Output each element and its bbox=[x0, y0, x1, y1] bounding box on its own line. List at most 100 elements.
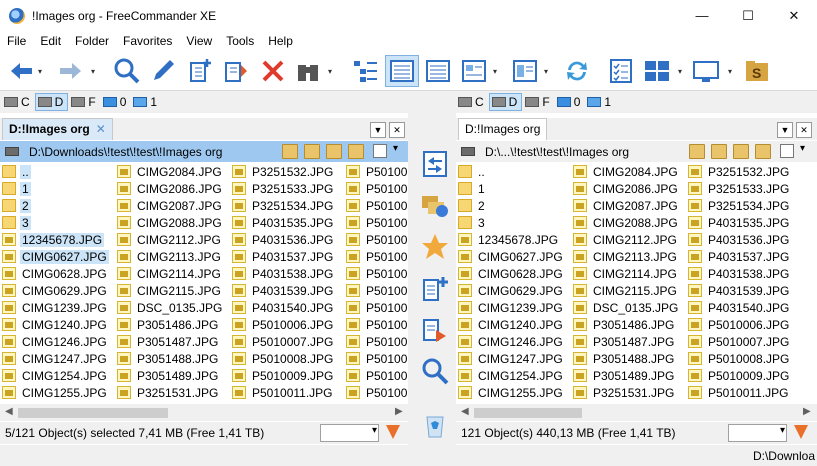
file-row[interactable]: CIMG2114.JPG bbox=[573, 265, 680, 282]
filter-icon[interactable] bbox=[386, 425, 400, 439]
edit-button[interactable] bbox=[146, 55, 180, 87]
file-row[interactable]: DSC_0135.JPG bbox=[117, 299, 224, 316]
file-row[interactable]: P3251533.JPG bbox=[232, 180, 335, 197]
file-row[interactable]: CIMG2115.JPG bbox=[117, 282, 224, 299]
path-options-icon[interactable] bbox=[373, 144, 387, 158]
file-row[interactable]: P4031538.JPG bbox=[232, 265, 335, 282]
file-row[interactable]: .. bbox=[2, 163, 109, 180]
file-row[interactable]: P5010007.JPG bbox=[232, 333, 335, 350]
menu-view[interactable]: View bbox=[179, 31, 219, 51]
copy-button-2[interactable] bbox=[418, 314, 452, 348]
list-view-button[interactable] bbox=[421, 55, 455, 87]
delete-button[interactable] bbox=[256, 55, 290, 87]
favorites-button[interactable] bbox=[418, 230, 452, 264]
file-row[interactable]: P50100 bbox=[346, 163, 408, 180]
file-row[interactable]: 1 bbox=[2, 180, 109, 197]
recycle-bin-button[interactable] bbox=[418, 407, 452, 441]
file-row[interactable]: CIMG2087.JPG bbox=[117, 197, 224, 214]
menu-folder[interactable]: Folder bbox=[68, 31, 116, 51]
file-row[interactable]: P3251534.JPG bbox=[688, 197, 791, 214]
scroll-left-icon[interactable]: ◀ bbox=[5, 406, 13, 417]
menu-file[interactable]: File bbox=[0, 31, 33, 51]
file-row[interactable]: P4031537.JPG bbox=[688, 248, 791, 265]
desktop-dropdown-icon[interactable]: ▾ bbox=[728, 67, 736, 76]
right-path-bar[interactable]: D:\...\!test\!test\!Images org ▾ bbox=[456, 141, 817, 162]
file-row[interactable]: CIMG1247.JPG bbox=[458, 350, 565, 367]
drive-1-button[interactable]: 1 bbox=[585, 93, 615, 111]
compare-folders-button[interactable] bbox=[418, 188, 452, 222]
root-folder-icon[interactable] bbox=[755, 144, 771, 159]
menu-favorites[interactable]: Favorites bbox=[116, 31, 179, 51]
drive-f-button[interactable]: F bbox=[69, 93, 99, 111]
drive-d-button[interactable]: D bbox=[34, 93, 69, 111]
find-dropdown-icon[interactable]: ▾ bbox=[328, 67, 336, 76]
file-row[interactable]: P3051486.JPG bbox=[573, 316, 680, 333]
minimize-button[interactable]: — bbox=[679, 0, 725, 31]
tab-close-button[interactable]: ✕ bbox=[389, 122, 405, 138]
drive-d-button[interactable]: D bbox=[488, 93, 523, 111]
panels-button[interactable] bbox=[640, 55, 674, 87]
search-button[interactable] bbox=[110, 55, 144, 87]
filter-icon[interactable] bbox=[794, 425, 808, 439]
file-row[interactable]: CIMG1246.JPG bbox=[2, 333, 109, 350]
scroll-right-icon[interactable]: ▶ bbox=[803, 406, 811, 417]
file-row[interactable]: CIMG2113.JPG bbox=[573, 248, 680, 265]
path-options-icon[interactable] bbox=[780, 144, 794, 158]
file-row[interactable]: 3 bbox=[458, 214, 565, 231]
left-path-bar[interactable]: D:\Downloads\!test\!test\!Images org ▾ bbox=[0, 141, 408, 162]
file-row[interactable]: P3051488.JPG bbox=[117, 350, 224, 367]
file-row[interactable]: P4031535.JPG bbox=[688, 214, 791, 231]
file-row[interactable]: CIMG1254.JPG bbox=[2, 367, 109, 384]
menu-edit[interactable]: Edit bbox=[33, 31, 68, 51]
file-row[interactable]: P3051486.JPG bbox=[117, 316, 224, 333]
drive-f-button[interactable]: F bbox=[523, 93, 553, 111]
file-row[interactable]: CIMG1254.JPG bbox=[458, 367, 565, 384]
file-row[interactable]: P4031536.JPG bbox=[232, 231, 335, 248]
file-row[interactable]: P3251532.JPG bbox=[688, 163, 791, 180]
panels-dropdown-icon[interactable]: ▾ bbox=[678, 67, 686, 76]
scroll-left-icon[interactable]: ◀ bbox=[461, 406, 469, 417]
new-file-button-2[interactable] bbox=[418, 272, 452, 306]
file-row[interactable]: P5010007.JPG bbox=[688, 333, 791, 350]
file-row[interactable]: P3251531.JPG bbox=[573, 384, 680, 401]
file-row[interactable]: P50100 bbox=[346, 384, 408, 401]
drive-1-button[interactable]: 1 bbox=[131, 93, 161, 111]
file-row[interactable]: 2 bbox=[458, 197, 565, 214]
tab-close-button[interactable]: ✕ bbox=[796, 122, 812, 138]
file-row[interactable]: CIMG2088.JPG bbox=[573, 214, 680, 231]
parent-folder-icon[interactable] bbox=[326, 144, 342, 159]
file-row[interactable]: 12345678.JPG bbox=[458, 231, 565, 248]
file-row[interactable]: CIMG2113.JPG bbox=[117, 248, 224, 265]
file-row[interactable]: CIMG1240.JPG bbox=[2, 316, 109, 333]
left-tab[interactable]: D:!Images org ✕ bbox=[2, 118, 113, 140]
right-filter-select[interactable] bbox=[728, 424, 787, 442]
file-row[interactable]: CIMG0629.JPG bbox=[458, 282, 565, 299]
find-button[interactable] bbox=[291, 55, 325, 87]
file-row[interactable]: .. bbox=[458, 163, 565, 180]
file-row[interactable]: CIMG0628.JPG bbox=[458, 265, 565, 282]
file-row[interactable]: CIMG2087.JPG bbox=[573, 197, 680, 214]
file-row[interactable]: P3051489.JPG bbox=[573, 367, 680, 384]
file-row[interactable]: CIMG1246.JPG bbox=[458, 333, 565, 350]
file-row[interactable]: CIMG0629.JPG bbox=[2, 282, 109, 299]
file-row[interactable]: 2 bbox=[2, 197, 109, 214]
scroll-thumb[interactable] bbox=[474, 408, 582, 418]
shortcut-folder-button[interactable]: S bbox=[740, 55, 774, 87]
path-dropdown-icon[interactable]: ▾ bbox=[800, 143, 805, 154]
file-row[interactable]: P4031539.JPG bbox=[232, 282, 335, 299]
file-row[interactable]: P50100 bbox=[346, 197, 408, 214]
file-row[interactable]: CIMG1240.JPG bbox=[458, 316, 565, 333]
tab-menu-button[interactable]: ▼ bbox=[370, 122, 386, 138]
file-row[interactable]: P50100 bbox=[346, 333, 408, 350]
scroll-thumb[interactable] bbox=[18, 408, 168, 418]
menu-help[interactable]: Help bbox=[261, 31, 300, 51]
search-button-2[interactable] bbox=[418, 354, 452, 388]
file-row[interactable]: P5010009.JPG bbox=[688, 367, 791, 384]
history-icon[interactable] bbox=[689, 144, 705, 159]
tab-menu-button[interactable]: ▼ bbox=[777, 122, 793, 138]
file-row[interactable]: CIMG2086.JPG bbox=[573, 180, 680, 197]
sync-button[interactable] bbox=[560, 55, 594, 87]
new-file-button[interactable] bbox=[184, 55, 218, 87]
file-row[interactable]: P5010006.JPG bbox=[232, 316, 335, 333]
file-row[interactable]: P5010011.JPG bbox=[232, 384, 335, 401]
